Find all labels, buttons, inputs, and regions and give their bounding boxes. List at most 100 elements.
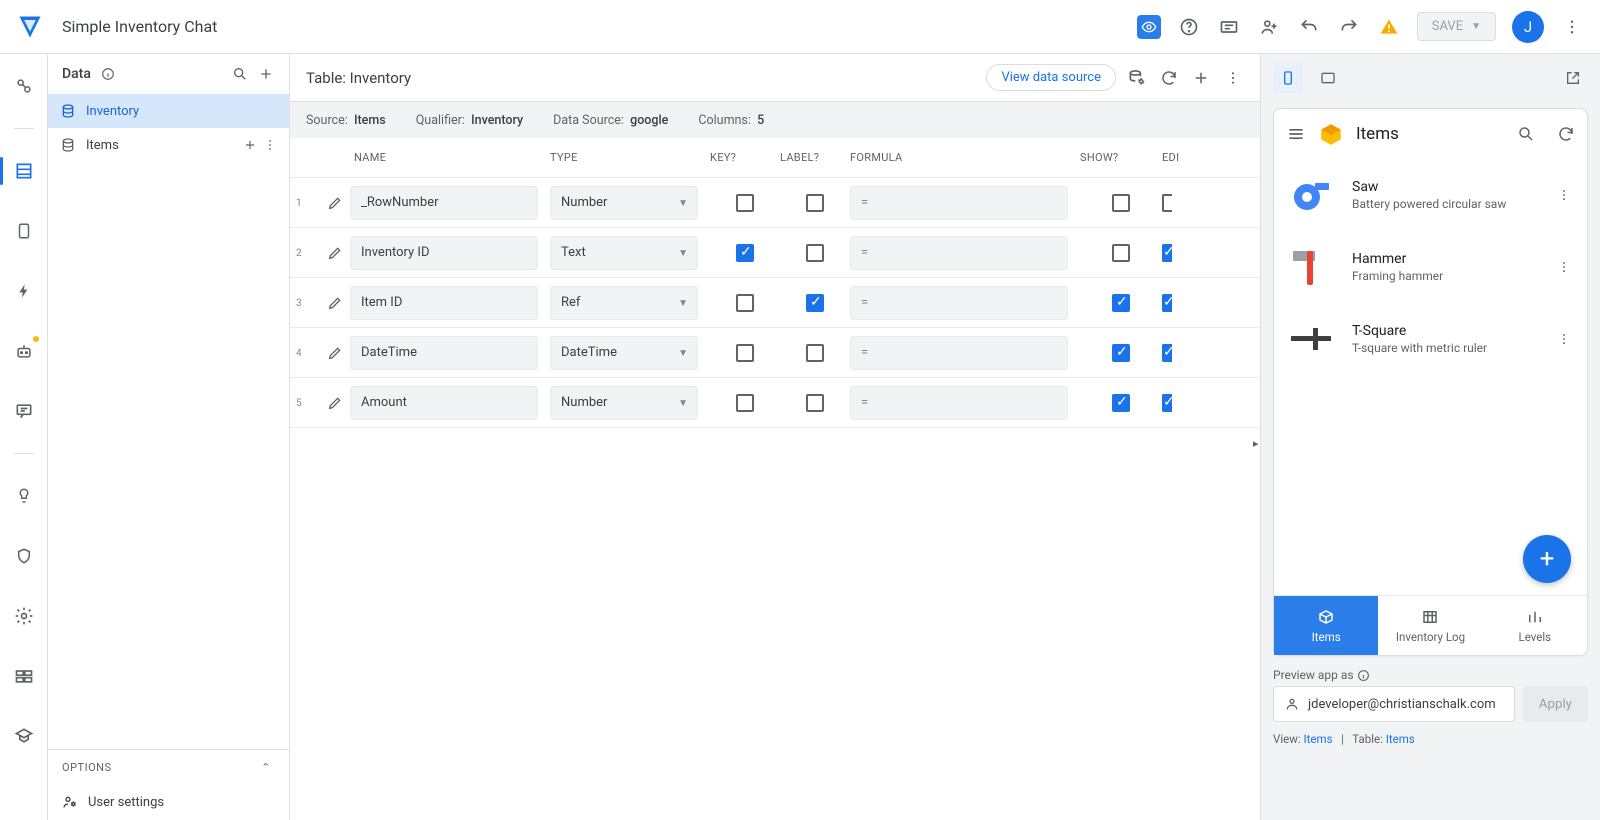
preview-refresh-icon[interactable] xyxy=(1557,125,1575,143)
info-icon[interactable] xyxy=(1357,669,1370,682)
checkbox[interactable] xyxy=(806,344,824,362)
collapse-preview-icon[interactable]: ▸ xyxy=(1253,437,1263,457)
column-name-input[interactable]: _RowNumber xyxy=(350,186,538,220)
checkbox[interactable] xyxy=(1162,344,1172,362)
item-more-icon[interactable] xyxy=(1551,187,1577,203)
column-type-select[interactable]: Number xyxy=(550,186,698,220)
checkbox[interactable] xyxy=(736,344,754,362)
formula-input[interactable]: = xyxy=(850,186,1068,220)
rail-views-icon[interactable] xyxy=(6,213,42,249)
rail-data-icon[interactable] xyxy=(6,153,42,189)
add-column-icon[interactable] xyxy=(1190,67,1212,89)
checkbox[interactable] xyxy=(806,194,824,212)
column-type-select[interactable]: Number xyxy=(550,386,698,420)
checkbox[interactable] xyxy=(1162,194,1172,212)
column-name-input[interactable]: Inventory ID xyxy=(350,236,538,270)
preview-toggle-icon[interactable] xyxy=(1137,15,1161,39)
chevron-down-icon: ▼ xyxy=(678,198,688,209)
preview-tablet-tab[interactable] xyxy=(1313,63,1343,93)
checkbox[interactable] xyxy=(806,244,824,262)
checkbox[interactable] xyxy=(1112,294,1130,312)
edit-column-icon[interactable] xyxy=(320,395,350,411)
preview-mobile-tab[interactable] xyxy=(1273,63,1303,93)
table-more-icon[interactable] xyxy=(1222,67,1244,89)
checkbox[interactable] xyxy=(736,244,754,262)
checkbox[interactable] xyxy=(1162,244,1172,262)
preview-item-row[interactable]: Saw Battery powered circular saw xyxy=(1274,159,1587,231)
checkbox[interactable] xyxy=(736,394,754,412)
edit-column-icon[interactable] xyxy=(320,345,350,361)
sidebar-table-inventory[interactable]: Inventory xyxy=(48,94,289,128)
sidebar-table-items[interactable]: Items xyxy=(48,128,289,162)
checkbox[interactable] xyxy=(736,294,754,312)
preview-item-row[interactable]: Hammer Framing hammer xyxy=(1274,231,1587,303)
rail-chat-icon[interactable] xyxy=(6,393,42,429)
checkbox[interactable] xyxy=(1112,394,1130,412)
rail-home-icon[interactable] xyxy=(6,68,42,104)
save-button[interactable]: SAVE▼ xyxy=(1417,12,1496,41)
rail-automation-icon[interactable] xyxy=(6,333,42,369)
checkbox[interactable] xyxy=(1112,194,1130,212)
edit-column-icon[interactable] xyxy=(320,295,350,311)
user-settings-row[interactable]: User settings xyxy=(48,784,289,820)
preview-item-row[interactable]: T-Square T-square with metric ruler xyxy=(1274,303,1587,375)
column-type-select[interactable]: Text xyxy=(550,236,698,270)
redo-icon[interactable] xyxy=(1337,15,1361,39)
formula-input[interactable]: = xyxy=(850,286,1068,320)
search-icon[interactable] xyxy=(231,65,249,83)
formula-input[interactable]: = xyxy=(850,386,1068,420)
rail-learn-icon[interactable] xyxy=(6,718,42,754)
column-name-input[interactable]: Item ID xyxy=(350,286,538,320)
more-icon[interactable] xyxy=(263,138,277,152)
add-table-icon[interactable] xyxy=(257,65,275,83)
rail-intelligence-icon[interactable] xyxy=(6,478,42,514)
warning-icon[interactable] xyxy=(1377,15,1401,39)
user-settings-label: User settings xyxy=(88,795,164,810)
rail-security-icon[interactable] xyxy=(6,538,42,574)
preview-email-input[interactable]: jdeveloper@christianschalk.com xyxy=(1273,686,1515,722)
fab-add-button[interactable]: + xyxy=(1523,535,1571,583)
footer-view-link[interactable]: Items xyxy=(1304,732,1333,746)
preview-tab-items[interactable]: Items xyxy=(1274,596,1378,655)
more-icon[interactable] xyxy=(1560,15,1584,39)
rail-actions-icon[interactable] xyxy=(6,273,42,309)
column-name-input[interactable]: Amount xyxy=(350,386,538,420)
checkbox[interactable] xyxy=(806,394,824,412)
undo-icon[interactable] xyxy=(1297,15,1321,39)
checkbox[interactable] xyxy=(1162,394,1172,412)
checkbox[interactable] xyxy=(1112,344,1130,362)
formula-input[interactable]: = xyxy=(850,236,1068,270)
hamburger-icon[interactable] xyxy=(1286,124,1306,144)
refresh-icon[interactable] xyxy=(1158,67,1180,89)
item-more-icon[interactable] xyxy=(1551,331,1577,347)
checkbox[interactable] xyxy=(1112,244,1130,262)
checkbox[interactable] xyxy=(806,294,824,312)
table-settings-icon[interactable] xyxy=(1126,67,1148,89)
item-more-icon[interactable] xyxy=(1551,259,1577,275)
rail-manage-icon[interactable] xyxy=(6,658,42,694)
rail-settings-icon[interactable] xyxy=(6,598,42,634)
preview-tab-inventory-log[interactable]: Inventory Log xyxy=(1378,596,1482,655)
collapse-options-icon[interactable]: ⌃ xyxy=(257,758,275,776)
shortcuts-icon[interactable] xyxy=(1217,15,1241,39)
edit-column-icon[interactable] xyxy=(320,245,350,261)
formula-input[interactable]: = xyxy=(850,336,1068,370)
preview-search-icon[interactable] xyxy=(1517,125,1535,143)
avatar[interactable]: J xyxy=(1512,11,1544,43)
checkbox[interactable] xyxy=(1162,294,1172,312)
add-user-icon[interactable] xyxy=(1257,15,1281,39)
checkbox[interactable] xyxy=(736,194,754,212)
edit-column-icon[interactable] xyxy=(320,195,350,211)
column-type-select[interactable]: DateTime xyxy=(550,336,698,370)
open-preview-icon[interactable] xyxy=(1558,63,1588,93)
column-type-select[interactable]: Ref xyxy=(550,286,698,320)
preview-tab-levels[interactable]: Levels xyxy=(1483,596,1587,655)
view-data-source-button[interactable]: View data source xyxy=(986,64,1116,91)
info-icon[interactable] xyxy=(99,65,117,83)
apply-button[interactable]: Apply xyxy=(1523,686,1588,722)
column-name-input[interactable]: DateTime xyxy=(350,336,538,370)
add-icon[interactable] xyxy=(243,138,257,152)
help-icon[interactable] xyxy=(1177,15,1201,39)
app-title: Simple Inventory Chat xyxy=(62,17,217,36)
footer-table-link[interactable]: Items xyxy=(1386,732,1415,746)
